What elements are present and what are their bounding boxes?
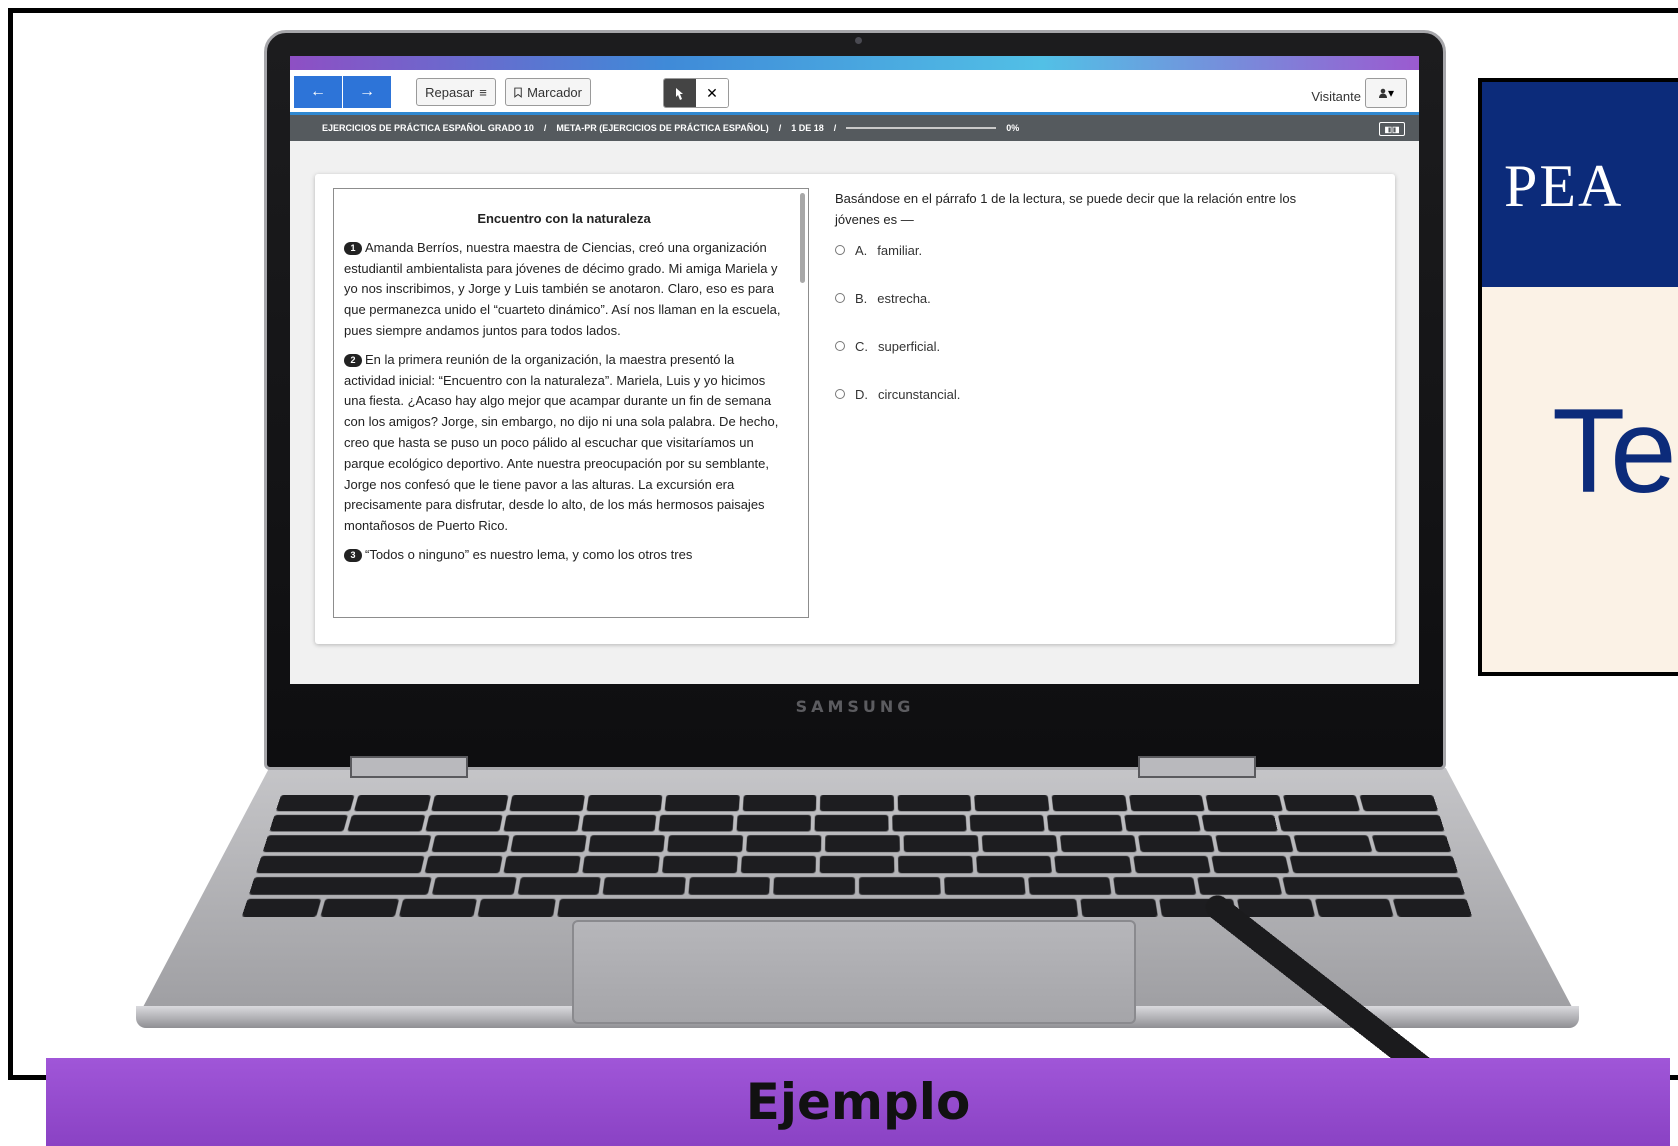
option-letter: D. (855, 386, 868, 402)
eliminate-tool-button[interactable]: ✕ (696, 79, 728, 107)
review-button[interactable]: Repasar ≡ (416, 78, 496, 106)
breadcrumb-course: EJERCICIOS DE PRÁCTICA ESPAÑOL GRADO 10 (322, 123, 534, 133)
option-text: estrecha. (877, 290, 931, 306)
breadcrumb-separator: / (778, 123, 782, 133)
option-letter: B. (855, 290, 868, 306)
breadcrumb-test: META-PR (EJERCICIOS DE PRÁCTICA ESPAÑOL) (556, 123, 769, 133)
option-a[interactable]: A. familiar. (835, 240, 1305, 260)
review-label: Repasar (425, 84, 475, 100)
user-icon (1378, 88, 1387, 98)
test-toolbar: ← → Repasar ≡ Marcador ✕ Visitante ▾ (290, 70, 1419, 115)
option-b[interactable]: B. estrecha. (835, 288, 1305, 308)
progress-bar (846, 127, 997, 129)
paragraph-number: 1 (344, 241, 362, 255)
breadcrumb-separator: / (543, 123, 547, 133)
option-text: circunstancial. (878, 386, 961, 402)
paragraph-text: Amanda Berríos, nuestra maestra de Cienc… (344, 239, 781, 338)
option-d[interactable]: D. circunstancial. (835, 384, 1305, 404)
forward-button[interactable]: → (343, 76, 391, 108)
radio-button[interactable] (835, 389, 845, 399)
right-hinge (1138, 756, 1256, 778)
visitor-label: Visitante (1311, 89, 1361, 104)
radio-button[interactable] (835, 245, 845, 255)
layout-toggle-button[interactable]: ◧◨ (1379, 122, 1405, 136)
banner-label: Ejemplo (745, 1073, 971, 1131)
left-hinge (350, 756, 468, 778)
pointer-icon (676, 87, 683, 100)
passage-paragraph: 2 En la primera reunión de la organizació… (344, 350, 784, 537)
tool-group: ✕ (663, 78, 729, 108)
option-text: superficial. (878, 338, 941, 354)
reading-passage[interactable]: Encuentro con la naturaleza 1 Amanda Berr… (333, 188, 809, 618)
laptop-screen: ← → Repasar ≡ Marcador ✕ Visitante ▾ EJE… (290, 56, 1419, 684)
passage-paragraph: 1 Amanda Berríos, nuestra maestra de Cien… (344, 238, 784, 342)
passage-paragraph: 3 “Todos o ninguno” es nuestro lema, y co… (344, 545, 784, 566)
user-menu-button[interactable]: ▾ (1365, 78, 1407, 108)
item-card: Encuentro con la naturaleza 1 Amanda Berr… (315, 174, 1395, 644)
bookmark-label: Marcador (527, 84, 582, 100)
example-banner: Ejemplo (46, 1058, 1670, 1146)
paragraph-number: 3 (344, 549, 362, 563)
paragraph-text: En la primera reunión de la organización… (344, 351, 779, 534)
arrow-right-icon: → (359, 83, 375, 100)
option-text: familiar. (877, 242, 923, 258)
list-icon: ≡ (479, 84, 487, 100)
question-stem: Basándose en el párrafo 1 de la lectura,… (835, 191, 1297, 227)
pearson-header: PEA (1482, 82, 1678, 287)
pearson-headline: Te (1552, 384, 1677, 518)
option-letter: A. (855, 242, 868, 258)
arrow-left-icon: ← (310, 83, 326, 100)
laptop-brand: SAMSUNG (795, 697, 915, 716)
progress-percent: 0% (1006, 123, 1020, 133)
question-panel: Basándose en el párrafo 1 de la lectura,… (835, 188, 1305, 432)
breadcrumb-page: 1 DE 18 (791, 123, 824, 133)
radio-button[interactable] (835, 341, 845, 351)
option-letter: C. (855, 338, 868, 354)
header-wave (290, 56, 1419, 70)
touchpad (572, 920, 1136, 1024)
bookmark-button[interactable]: Marcador (505, 78, 591, 106)
webcam-icon (855, 37, 862, 44)
keyboard (241, 795, 1473, 917)
close-icon: ✕ (706, 84, 718, 101)
pearson-logo: PEA (1504, 153, 1624, 219)
back-button[interactable]: ← (294, 76, 342, 108)
breadcrumb: EJERCICIOS DE PRÁCTICA ESPAÑOL GRADO 10 … (290, 115, 1419, 141)
paragraph-number: 2 (344, 353, 362, 367)
pearson-card: PEA Te (1478, 78, 1678, 676)
answer-options: A. familiar. B. estrecha. C. superficial. D… (835, 240, 1305, 404)
passage-title: Encuentro con la naturaleza (477, 211, 651, 226)
option-c[interactable]: C. superficial. (835, 336, 1305, 356)
radio-button[interactable] (835, 293, 845, 303)
breadcrumb-separator: / (833, 123, 837, 133)
passage-scrollbar[interactable] (800, 193, 805, 283)
pointer-tool-button[interactable] (664, 79, 696, 107)
bookmark-icon (514, 87, 522, 98)
chevron-down-icon: ▾ (1387, 86, 1395, 100)
paragraph-text: “Todos o ninguno” es nuestro lema, y com… (365, 546, 693, 562)
passage-content: Encuentro con la naturaleza 1 Amanda Berr… (344, 201, 784, 574)
